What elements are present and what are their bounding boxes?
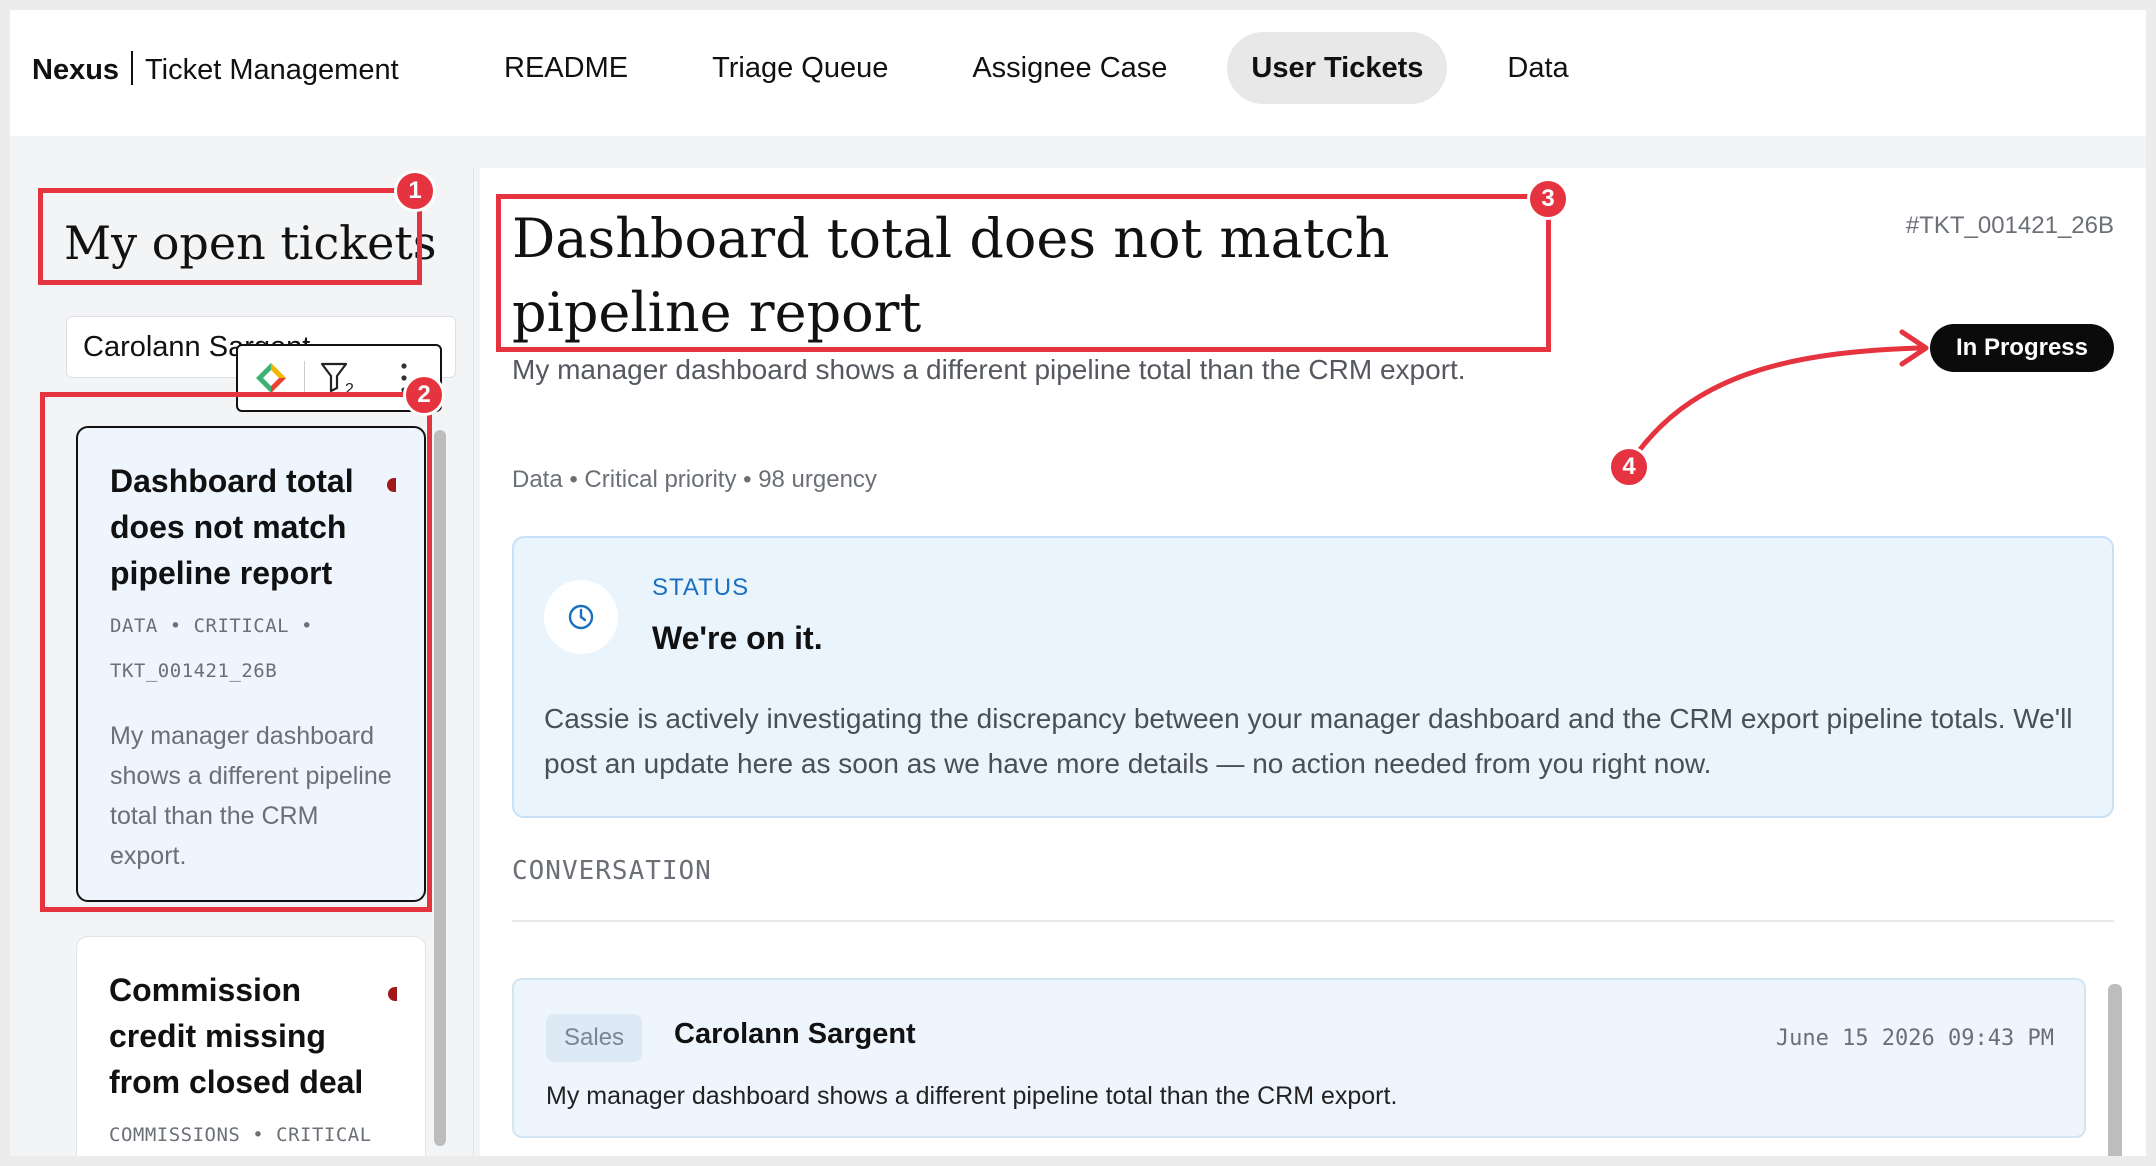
tab-user-tickets[interactable]: User Tickets <box>1227 32 1448 104</box>
brand[interactable]: Nexus Ticket Management <box>32 51 399 88</box>
status-badge: In Progress <box>1929 324 2114 372</box>
sidebar-scrollbar[interactable] <box>434 430 446 1146</box>
ticket-id: #TKT_001421_26B <box>1905 212 2114 239</box>
ticket-summary: My manager dashboard shows a different p… <box>512 354 1466 385</box>
ticket-card-title: Commission credit missing from closed de… <box>109 972 364 1100</box>
tab-assignee-case[interactable]: Assignee Case <box>948 32 1191 104</box>
message-timestamp: June 15 2026 09:43 PM <box>1775 1026 2054 1051</box>
main-nav: README Triage Queue Assignee Case User T… <box>480 32 1629 104</box>
annotation-box-1 <box>38 188 422 285</box>
annotation-badge-2: 2 <box>403 374 445 416</box>
department-tag: Sales <box>546 1014 643 1062</box>
status-body: Cassie is actively investigating the dis… <box>544 703 2073 779</box>
brand-separator <box>131 51 134 86</box>
priority-dot <box>388 987 397 1001</box>
brand-subtitle: Ticket Management <box>145 54 399 86</box>
conversation-label: CONVERSATION <box>512 856 712 886</box>
brand-name: Nexus <box>32 54 120 86</box>
conversation-message: Sales Carolann Sargent June 15 2026 09:4… <box>512 978 2086 1138</box>
annotation-badge-3: 3 <box>1527 178 1569 220</box>
message-author: Carolann Sargent <box>674 1018 916 1050</box>
main-scrollbar[interactable] <box>2108 984 2122 1156</box>
clock-icon <box>544 580 618 654</box>
message-text: My manager dashboard shows a different p… <box>546 1082 1398 1110</box>
status-label: STATUS <box>652 574 750 601</box>
tab-readme[interactable]: README <box>480 32 652 104</box>
ticket-card[interactable]: Commission credit missing from closed de… <box>76 936 426 1156</box>
tab-data[interactable]: Data <box>1483 32 1592 104</box>
annotation-badge-4: 4 <box>1608 446 1650 488</box>
top-bar: Nexus Ticket Management README Triage Que… <box>10 10 2146 136</box>
ticket-card-meta-category: COMMISSIONS • CRITICAL <box>109 1124 372 1146</box>
annotation-box-2 <box>40 392 432 912</box>
annotation-badge-1: 1 <box>394 170 436 212</box>
annotation-box-3 <box>496 194 1551 352</box>
ticket-card-meta: COMMISSIONS • CRITICAL <box>109 1113 395 1156</box>
status-panel: STATUS We're on it. Cassie is actively i… <box>512 536 2114 818</box>
status-heading: We're on it. <box>652 620 823 656</box>
tab-triage-queue[interactable]: Triage Queue <box>688 32 912 104</box>
ticket-meta: Data • Critical priority • 98 urgency <box>512 466 877 493</box>
conversation-divider <box>512 920 2114 922</box>
